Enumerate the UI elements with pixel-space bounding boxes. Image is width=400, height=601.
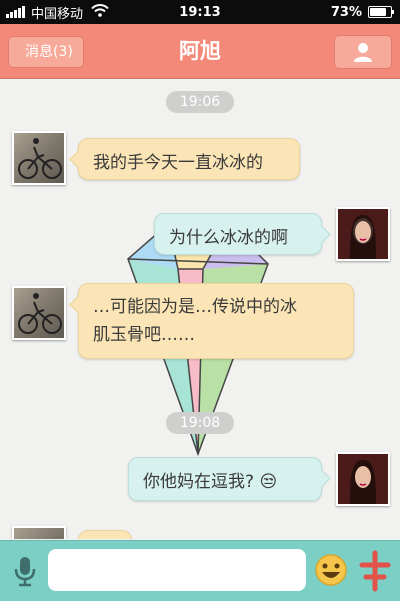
incoming-message-bubble[interactable] [78,530,132,539]
signal-strength-icon [6,6,25,18]
contact-avatar[interactable] [12,131,66,185]
message-line: …可能因为是…传说中的冰 [93,297,297,317]
girl-portrait-image [338,209,388,259]
timestamp-divider: 19:06 [166,91,234,113]
microphone-icon [14,557,36,587]
message-text: 你他妈在逗我? [143,472,255,492]
back-to-messages-button[interactable]: 消息(3) [8,36,84,68]
plus-icon [359,550,391,592]
incoming-message-bubble[interactable]: 我的手今天一直冰冰的 [78,138,300,180]
battery-level-fill [370,8,387,16]
contact-profile-button[interactable] [334,35,392,69]
more-options-button[interactable] [358,549,392,593]
message-text-input[interactable] [48,549,306,591]
chat-message-list[interactable]: 19:06 我的手今天一直冰冰的 为什么冰冰的啊 …可能因为是…传说中的冰 肌玉… [0,79,400,539]
incoming-message-bubble[interactable]: …可能因为是…传说中的冰 肌玉骨吧…… [78,283,354,359]
battery-percentage: 73% [330,4,362,20]
outgoing-message-bubble[interactable]: 你他妈在逗我? 😒 [128,457,322,501]
bicycle-icon [18,138,62,179]
self-avatar[interactable] [336,452,390,506]
message-input-bar [0,540,400,601]
voice-input-button[interactable] [10,555,40,587]
message-line: 肌玉骨吧…… [93,325,195,345]
contact-avatar[interactable] [12,526,66,539]
battery-icon [368,6,394,18]
wifi-icon [91,3,109,21]
bicycle-icon [18,293,62,334]
user-icon [354,43,372,62]
carrier-name: 中国移动 [31,6,84,22]
contact-avatar[interactable] [12,286,66,340]
girl-portrait-image [338,454,388,504]
unamused-emoji-icon: 😒 [259,472,278,492]
emoji-button[interactable] [314,553,348,587]
status-bar: 中国移动 19:13 73% [0,0,400,24]
self-avatar[interactable] [336,207,390,261]
emoji-icon [315,554,347,586]
timestamp-divider: 19:08 [166,412,234,434]
navigation-bar: 消息(3) 阿旭 [0,24,400,79]
outgoing-message-bubble[interactable]: 为什么冰冰的啊 [154,213,322,255]
